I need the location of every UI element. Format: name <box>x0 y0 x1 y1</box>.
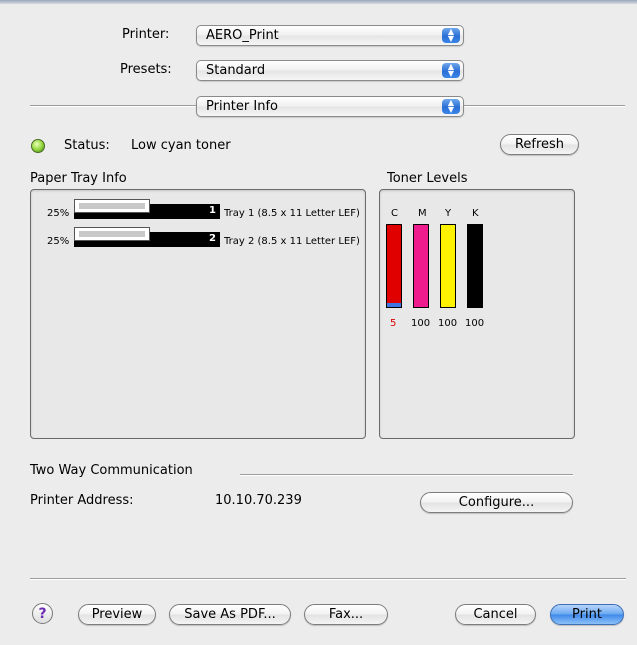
tray-percent: 25% <box>47 208 70 219</box>
save-as-pdf-button[interactable]: Save As PDF... <box>169 604 291 625</box>
popup-arrows-icon: ▲ ▼ <box>442 99 460 114</box>
tray-level-bar: 1 <box>74 199 220 219</box>
toner-letter: C <box>391 208 398 219</box>
toner-letter: Y <box>445 208 452 219</box>
tray-percent: 25% <box>47 236 70 247</box>
tray-number: 1 <box>209 205 216 216</box>
printer-label: Printer: <box>122 27 170 42</box>
toner-level-bar <box>413 224 429 308</box>
toner-value: 100 <box>411 318 431 329</box>
printer-address-label: Printer Address: <box>30 493 134 508</box>
panel-popup[interactable]: Printer Info ▲ ▼ <box>196 96 464 117</box>
panel-popup-value: Printer Info <box>206 99 278 114</box>
help-button[interactable]: ? <box>32 603 53 624</box>
toner-letter: M <box>418 208 427 219</box>
presets-popup[interactable]: Standard ▲ ▼ <box>196 60 464 81</box>
status-led-icon <box>31 139 45 153</box>
tray-number: 2 <box>209 233 216 244</box>
toner-value: 100 <box>438 318 458 329</box>
toner-letter: K <box>472 208 479 219</box>
tray-name: Tray 1 (8.5 x 11 Letter LEF) <box>224 208 360 219</box>
printer-popup[interactable]: AERO_Print ▲ ▼ <box>196 25 464 46</box>
two-way-separator <box>240 474 573 476</box>
fax-button[interactable]: Fax... <box>304 604 388 625</box>
print-button[interactable]: Print <box>550 604 624 625</box>
toner-level-bar <box>386 224 402 308</box>
popup-arrows-icon: ▲ ▼ <box>442 28 460 43</box>
toner-level-bar <box>440 224 456 308</box>
toner-level-bar <box>467 224 483 308</box>
toner-title: Toner Levels <box>387 171 468 186</box>
window-top-edge <box>0 0 637 4</box>
configure-button[interactable]: Configure... <box>420 492 573 513</box>
status-label: Status: <box>64 138 110 153</box>
status-value: Low cyan toner <box>131 138 231 153</box>
printer-address-value: 10.10.70.239 <box>215 493 302 508</box>
presets-popup-value: Standard <box>206 63 266 78</box>
panel-separator-left <box>30 105 196 107</box>
toner-value: 5 <box>390 318 397 329</box>
toner-box: C 5 M 100 Y 100 K 100 <box>379 189 575 439</box>
footer-separator <box>30 578 626 580</box>
preview-button[interactable]: Preview <box>78 604 156 625</box>
presets-label: Presets: <box>120 62 172 77</box>
cancel-button[interactable]: Cancel <box>455 604 536 625</box>
tray-name: Tray 2 (8.5 x 11 Letter LEF) <box>224 236 360 247</box>
popup-arrows-icon: ▲ ▼ <box>442 63 460 78</box>
paper-tray-title: Paper Tray Info <box>30 171 127 186</box>
paper-tray-box: 25% 1 Tray 1 (8.5 x 11 Letter LEF) 25% 2… <box>30 189 366 439</box>
panel-separator-right <box>464 105 625 107</box>
printer-popup-value: AERO_Print <box>206 28 279 43</box>
tray-level-bar: 2 <box>74 227 220 247</box>
toner-value: 100 <box>465 318 485 329</box>
two-way-title: Two Way Communication <box>30 463 193 478</box>
refresh-button[interactable]: Refresh <box>500 134 579 155</box>
